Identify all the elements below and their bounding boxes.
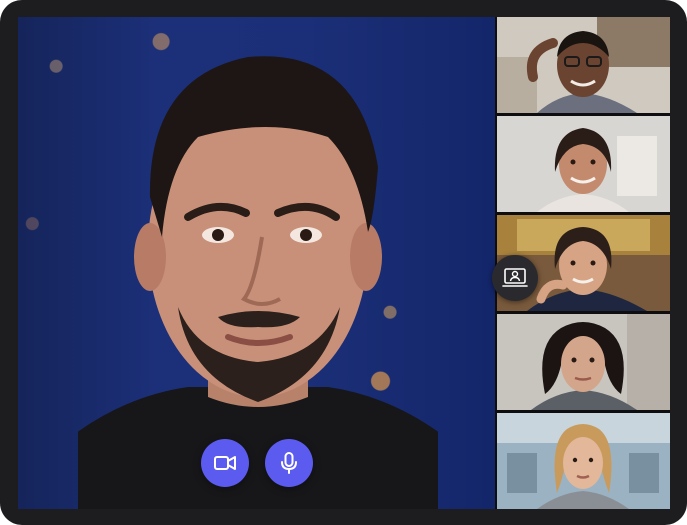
main-speaker-image [78,56,438,509]
participant-tile-2[interactable] [497,116,670,212]
call-screen [18,17,670,509]
participant-1-video [497,17,670,113]
video-camera-icon [214,456,236,470]
screen-share-icon [502,268,528,287]
participant-4-video [497,314,670,410]
participant-2-video [497,116,670,212]
participant-tile-1[interactable] [497,17,670,113]
video-call-window [0,0,687,525]
participant-tile-4[interactable] [497,314,670,410]
participant-5-video [497,413,670,509]
microphone-toggle-button[interactable] [265,439,313,487]
share-screen-button[interactable] [492,255,538,301]
participant-tile-5[interactable] [497,413,670,509]
microphone-icon [281,452,297,474]
camera-toggle-button[interactable] [201,439,249,487]
main-speaker-video[interactable] [18,17,495,509]
